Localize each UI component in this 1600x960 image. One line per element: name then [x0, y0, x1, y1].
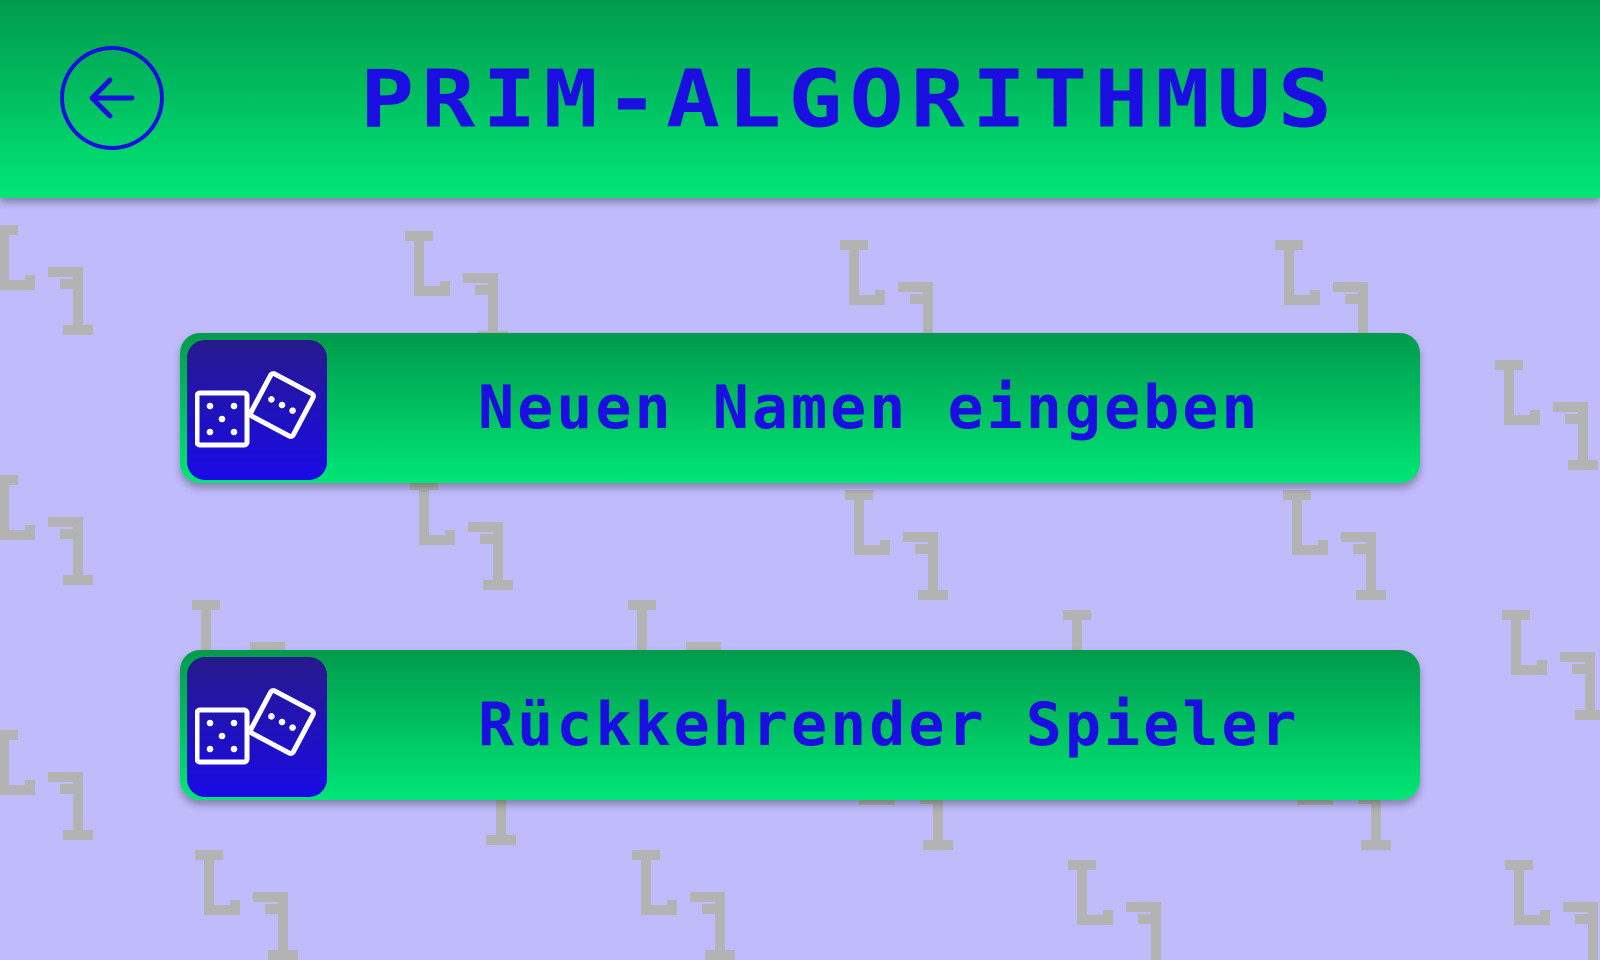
- new-name-button[interactable]: Neuen Namen eingeben: [180, 333, 1420, 483]
- new-name-button-label: Neuen Namen eingeben: [478, 373, 1261, 443]
- back-button[interactable]: [60, 46, 164, 150]
- returning-player-button-label: Rückkehrender Spieler: [478, 690, 1300, 760]
- header-bar: PRIM-ALGORITHMUS: [0, 0, 1600, 198]
- page-title: PRIM-ALGORITHMUS: [360, 53, 1339, 146]
- arrow-left-icon: [89, 77, 135, 119]
- dice-icon: [195, 371, 316, 448]
- dice-tile: [187, 340, 327, 480]
- returning-player-button[interactable]: Rückkehrender Spieler: [180, 650, 1420, 800]
- dice-icon: [195, 688, 316, 765]
- dice-tile: [187, 657, 327, 797]
